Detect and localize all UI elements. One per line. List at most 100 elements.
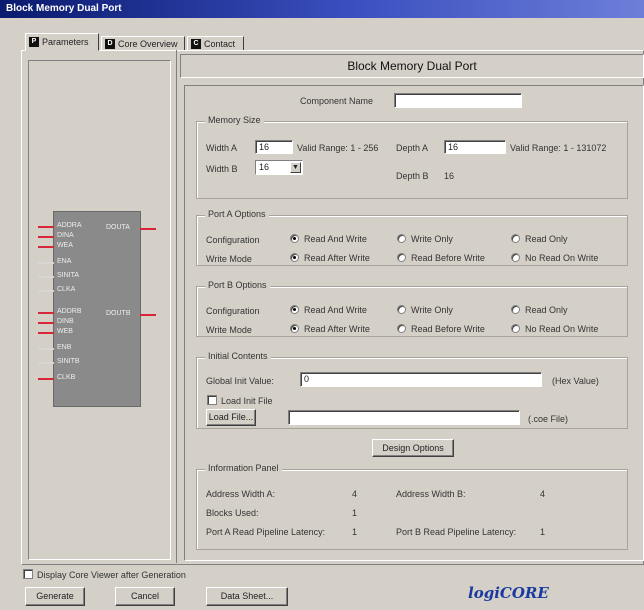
tab-label: Core Overview — [118, 38, 178, 49]
global-init-input[interactable]: 0 — [300, 372, 542, 387]
port-a-write-mode-option-label: Read After Write — [304, 253, 370, 263]
blocks-used-value: 1 — [352, 508, 358, 518]
pin-douta — [140, 228, 156, 230]
pin-label: DOUTB — [106, 310, 131, 317]
port-a-write-mode-radio[interactable] — [290, 253, 299, 262]
depth-a-range: Valid Range: 1 - 131072 — [510, 143, 607, 153]
data-sheet-button[interactable]: Data Sheet... — [206, 587, 288, 606]
pin-ena — [38, 262, 54, 264]
window-titlebar[interactable]: Block Memory Dual Port — [0, 0, 644, 18]
window-title: Block Memory Dual Port — [6, 3, 122, 14]
port-b-configuration-radio[interactable] — [290, 305, 299, 314]
pin-label: ADDRA — [57, 222, 82, 229]
port-a-write-mode-label: Write Mode — [206, 254, 252, 264]
port-a-latency-value: 1 — [352, 527, 358, 537]
pin-label: DOUTA — [106, 224, 130, 231]
pin-sinitb — [38, 362, 54, 364]
pin-label: WEA — [57, 242, 73, 249]
width-a-label: Width A — [206, 143, 238, 153]
port-b-write-mode-radio[interactable] — [511, 324, 520, 333]
port-b-write-mode-label: Write Mode — [206, 325, 252, 335]
pin-label: WEB — [57, 328, 73, 335]
information-panel-group — [196, 469, 628, 550]
pin-web — [38, 332, 54, 334]
chevron-down-icon[interactable]: ▼ — [290, 162, 301, 173]
pin-clka — [38, 290, 54, 292]
port-a-write-mode-option-label: No Read On Write — [525, 253, 599, 263]
pin-enb — [38, 348, 54, 350]
pin-label: CLKA — [57, 286, 76, 293]
pin-label: DINA — [57, 232, 74, 239]
port-a-write-mode-radio[interactable] — [511, 253, 520, 262]
cancel-button[interactable]: Cancel — [115, 587, 175, 606]
pin-wea — [38, 246, 54, 248]
port-a-configuration-radio[interactable] — [397, 234, 406, 243]
depth-b-label: Depth B — [396, 171, 429, 181]
pin-addrb — [38, 312, 54, 314]
width-b-label: Width B — [206, 164, 238, 174]
pin-label: ADDRB — [57, 308, 82, 315]
pin-label: SINITA — [57, 272, 80, 279]
hex-value-hint: (Hex Value) — [552, 376, 599, 386]
port-a-configuration-radio[interactable] — [290, 234, 299, 243]
tab-core-overview[interactable]: D Core Overview — [101, 36, 185, 51]
display-core-viewer-checkbox[interactable] — [23, 569, 33, 579]
contact-icon: C — [191, 38, 201, 49]
logicore-logo: logiCORE — [468, 584, 549, 602]
port-a-latency-label: Port A Read Pipeline Latency: — [206, 527, 326, 537]
port-b-write-mode-radio[interactable] — [290, 324, 299, 333]
pin-dina — [38, 236, 54, 238]
pin-label: CLKB — [57, 374, 76, 381]
address-width-b-value: 4 — [540, 489, 546, 499]
width-b-select[interactable]: 16 ▼ — [255, 160, 303, 175]
port-b-configuration-radio[interactable] — [397, 305, 406, 314]
tab-label: Parameters — [42, 37, 89, 47]
width-b-value: 16 — [259, 162, 270, 172]
pin-clkb — [38, 378, 54, 380]
address-width-a-value: 4 — [352, 489, 358, 499]
pin-label: SINITB — [57, 358, 80, 365]
pin-label: ENA — [57, 258, 72, 265]
tab-parameters[interactable]: P Parameters — [25, 33, 99, 51]
memory-size-legend: Memory Size — [205, 115, 264, 125]
page-title: Block Memory Dual Port — [180, 54, 644, 78]
port-b-write-mode-option-label: Read After Write — [304, 324, 370, 334]
port-b-latency-value: 1 — [540, 527, 546, 537]
port-a-write-mode-radio[interactable] — [397, 253, 406, 262]
tab-contact[interactable]: C Contact — [187, 36, 244, 51]
port-b-configuration-option-label: Read Only — [525, 305, 568, 315]
port-b-configuration-option-label: Read And Write — [304, 305, 367, 315]
pin-doutb — [140, 314, 156, 316]
component-name-label: Component Name — [300, 96, 374, 106]
depth-b-value: 16 — [444, 171, 455, 181]
parameters-icon: P — [29, 37, 39, 47]
blocks-used-label: Blocks Used: — [206, 508, 259, 518]
port-a-configuration-radio[interactable] — [511, 234, 520, 243]
depth-a-label: Depth A — [396, 143, 429, 153]
tab-label: Contact — [204, 38, 236, 49]
port-a-configuration-option-label: Read And Write — [304, 234, 367, 244]
depth-a-input[interactable]: 16 — [444, 140, 506, 154]
load-file-button[interactable]: Load File... — [206, 409, 256, 426]
port-b-write-mode-option-label: Read Before Write — [411, 324, 485, 334]
port-a-write-mode-option-label: Read Before Write — [411, 253, 485, 263]
load-init-file-checkbox[interactable] — [207, 395, 217, 405]
generate-button[interactable]: Generate — [25, 587, 85, 606]
port-b-configuration-label: Configuration — [206, 306, 260, 316]
coe-file-path-field[interactable] — [288, 410, 520, 425]
port-a-configuration-label: Configuration — [206, 235, 260, 245]
port-a-legend: Port A Options — [205, 209, 269, 219]
width-a-input[interactable]: 16 — [255, 140, 293, 154]
port-b-write-mode-option-label: No Read On Write — [525, 324, 599, 334]
pin-addra — [38, 226, 54, 228]
display-core-viewer-label: Display Core Viewer after Generation — [37, 570, 186, 580]
component-name-input[interactable] — [394, 93, 522, 108]
port-b-configuration-option-label: Write Only — [411, 305, 453, 315]
port-b-latency-label: Port B Read Pipeline Latency: — [396, 527, 517, 537]
design-options-button[interactable]: Design Options — [372, 439, 454, 457]
port-b-legend: Port B Options — [205, 280, 270, 290]
coe-file-hint: (.coe File) — [528, 414, 569, 424]
port-b-write-mode-radio[interactable] — [397, 324, 406, 333]
width-a-range: Valid Range: 1 - 256 — [297, 143, 379, 153]
port-b-configuration-radio[interactable] — [511, 305, 520, 314]
